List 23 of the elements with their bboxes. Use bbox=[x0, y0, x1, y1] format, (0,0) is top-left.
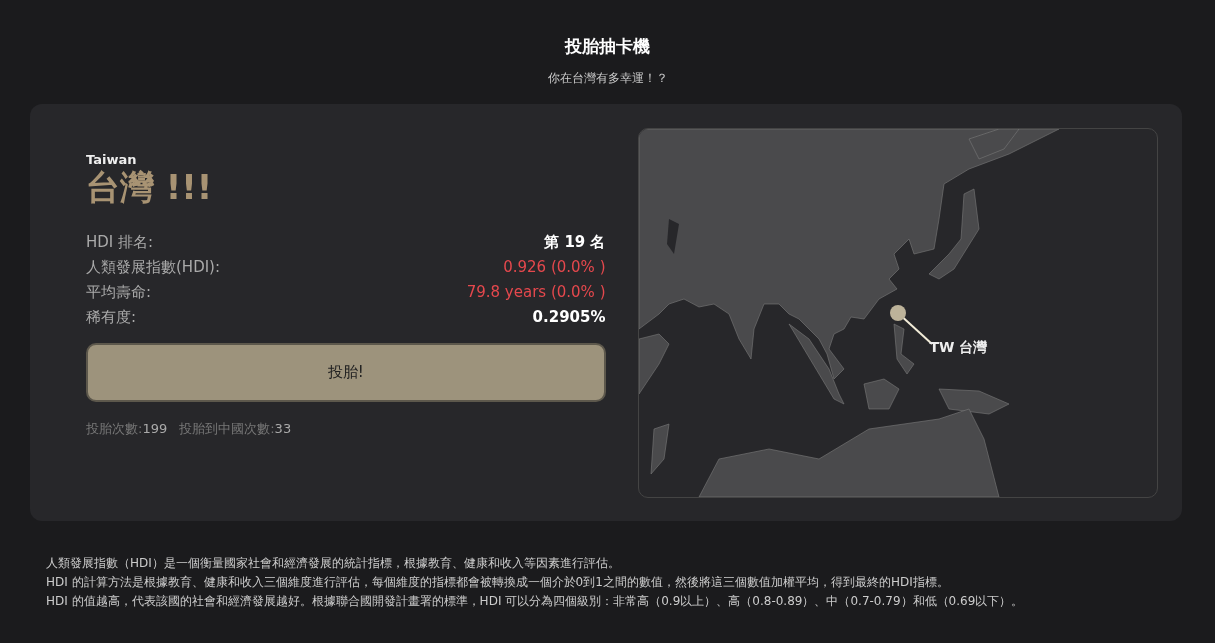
stat-label: 平均壽命: bbox=[86, 283, 152, 302]
count-label: 投胎到中國次數: bbox=[179, 421, 275, 436]
sea-drawing bbox=[666, 219, 679, 254]
stat-value: 第 19 名 bbox=[544, 233, 606, 252]
stat-value: 79.8 years (0.0% ) bbox=[466, 283, 606, 302]
country-name-english: Taiwan bbox=[86, 152, 138, 167]
reincarnate-button[interactable]: 投胎! bbox=[86, 343, 606, 402]
count-value: 199 bbox=[142, 421, 168, 436]
hdi-note: HDI 的值越高，代表該國的社會和經濟發展越好。根據聯合國開發計畫署的標準，HDI 可以分為四個級別：非常高（0.9以上）、高（0.8-0.89）、中（0.7-0.79）和低（0.69以下）。 bbox=[46, 593, 1025, 610]
count-value: 33 bbox=[274, 421, 292, 436]
hdi-note: HDI 的計算方法是根據教育、健康和收入三個維度進行評估，每個維度的指標都會被轉換成一個介於0到1之間的數值，然後將這三個數值加權平均，得到最終的HDI指標。 bbox=[46, 574, 950, 591]
stat-label: 人類發展指數(HDI): bbox=[86, 258, 220, 277]
location-marker bbox=[889, 305, 906, 321]
country-name: 台灣 !!! bbox=[86, 166, 214, 209]
map-pin-label: TW 台灣 bbox=[929, 339, 988, 357]
stat-value: 0.2905% bbox=[532, 308, 606, 327]
stat-value: 0.926 (0.0% ) bbox=[503, 258, 606, 277]
hdi-note: 人類發展指數（HDI）是一個衡量國家社會和經濟發展的統計指標，根據教育、健康和收入等因素進行評估。 bbox=[46, 555, 621, 572]
stat-label: HDI 排名: bbox=[86, 233, 154, 252]
page-title: 投胎抽卡機 bbox=[565, 35, 650, 58]
page-subtitle: 你在台灣有多幸運！？ bbox=[547, 70, 668, 87]
stat-label: 稀有度: bbox=[86, 308, 137, 327]
count-label: 投胎次數: bbox=[86, 421, 143, 436]
